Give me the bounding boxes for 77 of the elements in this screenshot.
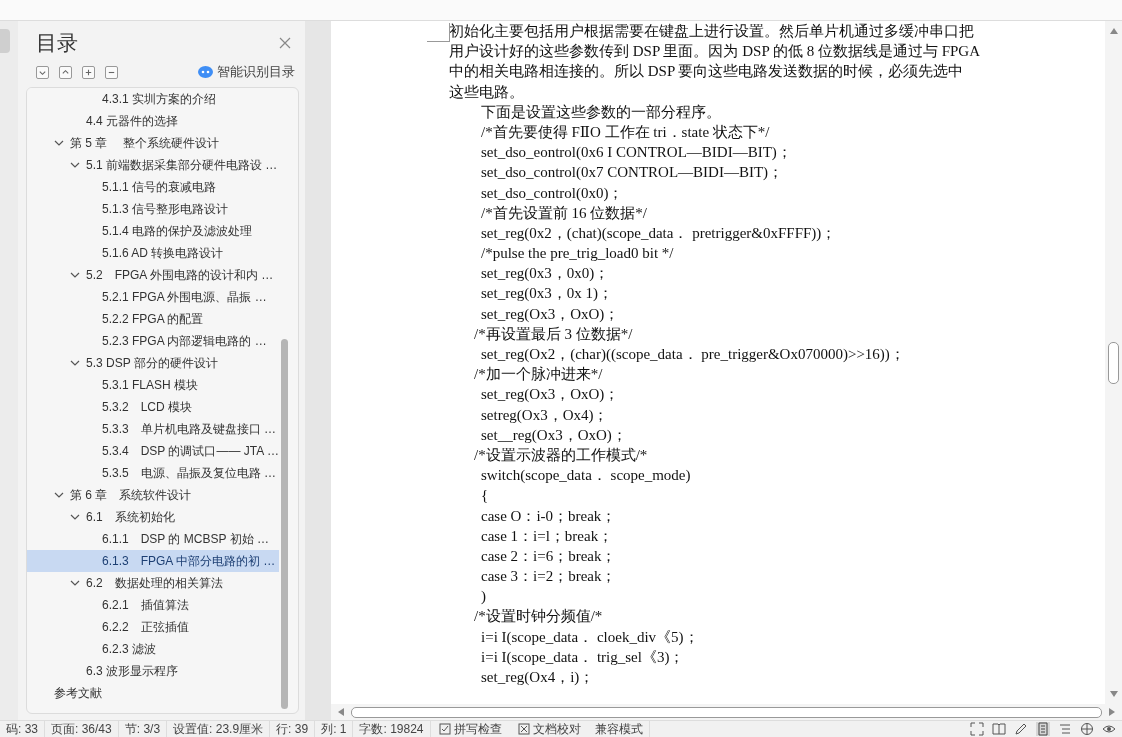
chevron-down-icon[interactable] [54,138,64,148]
code-line: i=i I(scope_data． trig_sel《3)； [480,647,686,667]
code-line: setreg(Ox3，Ox4)； [480,405,610,425]
scroll-down-icon[interactable] [1109,690,1118,698]
status-item: 行: 39 [270,720,316,737]
code-line: case 2：i=6；break； [480,546,618,566]
plus-icon [84,67,93,77]
scrollbar-thumb[interactable] [351,706,1102,718]
code-line: set_reg(Ox3，OxO)； [480,304,621,324]
cross-box-icon [517,723,530,735]
checkbox-icon [438,723,451,735]
code-comment: /*设置示波器的工作模式/* [473,445,649,465]
code-line: set_reg(Ox2，(char)((scope_data． pre_trigger&Ox070000)>>16))； [480,345,906,364]
fullscreen-icon[interactable] [970,722,984,736]
spell-check-button[interactable]: 拼写检查 [430,720,510,737]
paragraph-line: 这些电路。 [449,82,525,102]
code-line: set_reg(Ox3，OxO)； [480,385,621,405]
code-comment: /*加一个脉冲进来*/ [473,365,604,385]
status-item: 设置值: 23.9厘米 [167,720,271,737]
status-item: 码: 33 [0,720,45,737]
code-line: 下面是设置这些参数的一部分程序。 [480,102,722,122]
page-corner-mark [427,23,450,42]
code-line: case 3：i=2；break； [480,567,618,587]
outline-icon[interactable] [1058,722,1072,736]
code-line: set_dso_control(0x7 CONTROL—BIDI—BIT)； [480,163,785,183]
scroll-left-icon[interactable] [337,708,345,716]
status-item: 列: 1 [315,720,354,737]
compat-mode-label: 兼容模式 [588,720,650,737]
code-line: case O：i-0；break； [480,506,618,526]
expand-all-button[interactable] [36,65,49,79]
code-line: set_reg(0x2，(chat)(scope_data． pretrigger&0xFFFF))； [480,223,838,243]
toc-item[interactable]: 6.1.3 FPGA 中部分电路的初 … [27,550,279,572]
code-line: { [480,486,490,506]
scroll-up-icon[interactable] [1109,27,1118,35]
code-line: set_dso_control(0x0)； [480,183,625,203]
code-comment: /*设置时钟分频值/* [473,607,604,627]
code-line: case 1：i=l；break； [480,526,615,546]
book-icon[interactable] [992,722,1006,736]
code-line: set_reg(0x3，0x0)； [480,264,611,284]
chevron-down-icon[interactable] [70,358,80,368]
add-button[interactable] [82,65,95,79]
code-comment: /*再设置最后 3 位数据*/ [473,324,634,344]
code-line: set_dso_eontrol(0x6 I CONTROL—BIDI—BIT)； [480,143,793,163]
paragraph-line: 初始化主要包括用户根据需要在键盘上进行设置。然后单片机通过多缓冲串口把 [449,22,975,41]
scrollbar-thumb[interactable] [281,339,288,709]
code-line: set__reg(Ox3，OxO)； [480,425,628,445]
collapse-all-button[interactable] [59,65,72,79]
code-line: /*pulse the pre_trig_load0 bit */ [480,244,675,264]
chevron-down-icon[interactable] [70,512,80,522]
panel-title: 目录 [36,30,78,56]
code-line: /*首先要使得 FⅡO 工作在 tri．state 状态下*/ [480,122,771,142]
scroll-right-icon[interactable] [1108,708,1116,716]
code-line: /*首先设置前 16 位数据*/ [480,203,648,223]
globe-icon[interactable] [1080,722,1094,736]
status-item: 节: 3/3 [118,720,168,737]
chevron-down-icon[interactable] [54,490,64,500]
status-item: 字数: 19824 [353,720,431,737]
proofread-button[interactable]: 文档校对 [509,720,589,737]
status-item: 页面: 36/43 [45,720,119,737]
paragraph-line: 用户设计好的这些参数传到 DSP 里面。因为 DSP 的低 8 位数据线是通过与 FPGA [449,42,982,62]
code-line: ) [480,587,487,607]
code-line: set_reg(0x3，0x 1)； [480,284,615,304]
page-view-icon[interactable] [1036,722,1050,736]
pen-icon[interactable] [1014,722,1028,736]
smart-toc-button[interactable]: 智能识别目录 [198,63,295,81]
chevron-down-icon[interactable] [70,270,80,280]
code-line: switch(scope_data． scope_mode) [480,466,692,486]
robot-icon [198,66,213,78]
chevron-up-icon [61,67,70,77]
remove-button[interactable] [105,65,118,79]
paragraph-line: 中的相关电路相连接的。所以 DSP 要向这些电路发送数据的时候，必须先选中 [449,62,965,82]
eye-icon[interactable] [1102,722,1116,736]
code-line: set_reg(Ox4，i)； [480,668,596,687]
chevron-down-icon[interactable] [70,160,80,170]
code-line: i=i I(scope_data． cloek_div《5)； [480,627,700,647]
scrollbar-thumb[interactable] [1108,341,1119,384]
chevron-down-icon[interactable] [70,578,80,588]
